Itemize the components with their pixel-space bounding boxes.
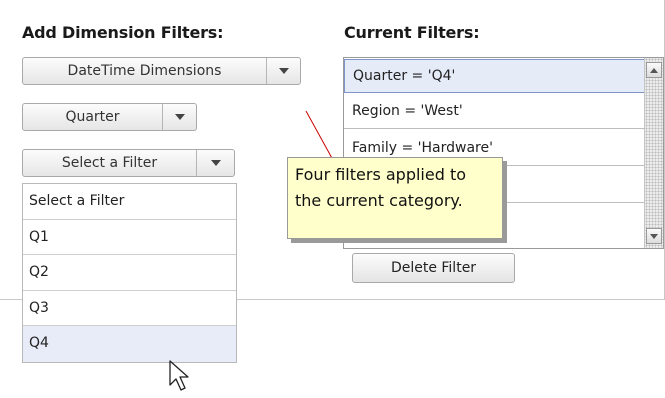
add-dimension-filters-heading: Add Dimension Filters: bbox=[22, 23, 224, 42]
scroll-up-icon[interactable] bbox=[646, 62, 662, 78]
dropdown-option[interactable]: Q3 bbox=[23, 291, 236, 326]
dimension-type-label: DateTime Dimensions bbox=[67, 63, 222, 79]
annotation-callout: Four filters applied to the current cate… bbox=[287, 157, 503, 239]
filter-value-dropdown[interactable]: Select a Filter bbox=[22, 149, 235, 177]
mouse-pointer-icon bbox=[169, 360, 189, 391]
delete-filter-button[interactable]: Delete Filter bbox=[352, 253, 515, 283]
chevron-down-icon[interactable] bbox=[162, 104, 196, 130]
dropdown-option[interactable]: Select a Filter bbox=[23, 184, 236, 220]
vertical-scrollbar[interactable] bbox=[644, 58, 663, 248]
chevron-down-icon[interactable] bbox=[196, 150, 234, 176]
dimension-dropdown[interactable]: Quarter bbox=[22, 103, 197, 131]
filter-row-selected[interactable]: Quarter = 'Q4' bbox=[344, 59, 645, 93]
scroll-down-icon[interactable] bbox=[646, 228, 662, 244]
chevron-down-icon[interactable] bbox=[266, 58, 300, 84]
filter-options-list: Select a Filter Q1 Q2 Q3 Q4 bbox=[22, 183, 237, 363]
dropdown-option[interactable]: Q2 bbox=[23, 255, 236, 291]
dimension-label: Quarter bbox=[65, 109, 120, 125]
callout-text-line-1: Four filters applied to bbox=[295, 165, 467, 184]
dropdown-option-selected[interactable]: Q4 bbox=[23, 326, 236, 362]
dimension-type-dropdown[interactable]: DateTime Dimensions bbox=[22, 57, 301, 85]
filter-row[interactable]: Region = 'West' bbox=[344, 95, 645, 129]
filter-value-label: Select a Filter bbox=[61, 155, 158, 171]
dropdown-option[interactable]: Q1 bbox=[23, 220, 236, 255]
callout-text-line-2: the current category. bbox=[295, 191, 463, 210]
current-filters-heading: Current Filters: bbox=[344, 23, 480, 42]
